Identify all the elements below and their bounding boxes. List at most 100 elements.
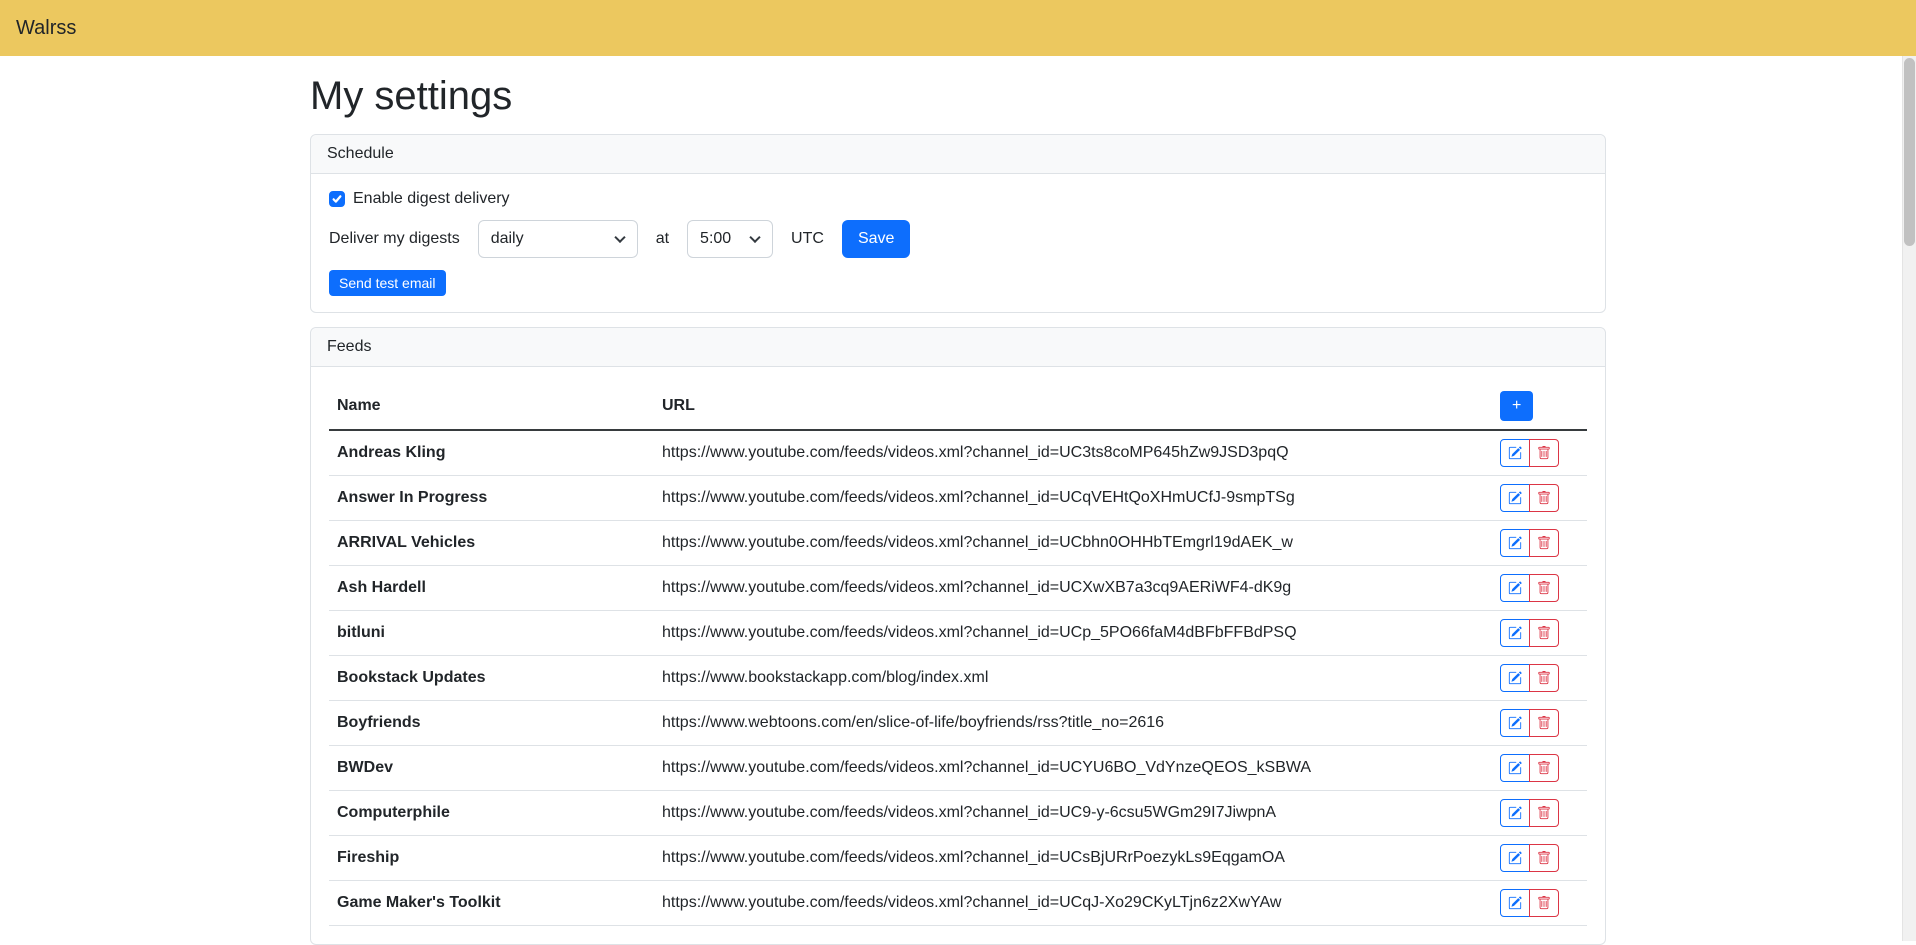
trash-icon xyxy=(1537,581,1551,595)
delete-feed-button[interactable] xyxy=(1529,754,1559,782)
feed-actions-group xyxy=(1500,889,1559,917)
navbar: Walrss xyxy=(0,0,1916,56)
trash-icon xyxy=(1537,761,1551,775)
trash-icon xyxy=(1537,851,1551,865)
delete-feed-button[interactable] xyxy=(1529,529,1559,557)
feed-url: https://www.youtube.com/feeds/videos.xml… xyxy=(654,476,1492,521)
edit-feed-button[interactable] xyxy=(1500,484,1530,512)
feed-url: https://www.youtube.com/feeds/videos.xml… xyxy=(654,836,1492,881)
feed-actions-group xyxy=(1500,484,1559,512)
trash-icon xyxy=(1537,446,1551,460)
feed-name: ARRIVAL Vehicles xyxy=(329,521,654,566)
edit-feed-button[interactable] xyxy=(1500,439,1530,467)
trash-icon xyxy=(1537,491,1551,505)
pencil-square-icon xyxy=(1508,581,1522,595)
save-button[interactable]: Save xyxy=(842,220,910,258)
feed-url: https://www.youtube.com/feeds/videos.xml… xyxy=(654,746,1492,791)
trash-icon xyxy=(1537,896,1551,910)
table-row: Andreas Kling https://www.youtube.com/fe… xyxy=(329,430,1587,476)
column-header-url: URL xyxy=(654,383,1492,430)
feed-url: https://www.youtube.com/feeds/videos.xml… xyxy=(654,430,1492,476)
feed-actions xyxy=(1492,746,1587,791)
table-row: Answer In Progress https://www.youtube.c… xyxy=(329,476,1587,521)
table-row: BWDev https://www.youtube.com/feeds/vide… xyxy=(329,746,1587,791)
deliver-label: Deliver my digests xyxy=(329,230,460,248)
edit-feed-button[interactable] xyxy=(1500,844,1530,872)
pencil-square-icon xyxy=(1508,716,1522,730)
time-select[interactable]: 5:00 xyxy=(687,220,773,258)
table-row: Bookstack Updates https://www.bookstacka… xyxy=(329,656,1587,701)
feed-name: Bookstack Updates xyxy=(329,656,654,701)
delete-feed-button[interactable] xyxy=(1529,799,1559,827)
enable-digest-checkbox[interactable] xyxy=(329,191,345,207)
feed-actions-group xyxy=(1500,754,1559,782)
check-icon xyxy=(331,193,343,205)
edit-feed-button[interactable] xyxy=(1500,709,1530,737)
pencil-square-icon xyxy=(1508,671,1522,685)
scrollbar-thumb[interactable] xyxy=(1904,58,1915,246)
edit-feed-button[interactable] xyxy=(1500,574,1530,602)
feed-url: https://www.youtube.com/feeds/videos.xml… xyxy=(654,566,1492,611)
feed-actions-group xyxy=(1500,529,1559,557)
delete-feed-button[interactable] xyxy=(1529,439,1559,467)
schedule-card-header: Schedule xyxy=(311,135,1605,174)
feed-name: Andreas Kling xyxy=(329,430,654,476)
timezone-label: UTC xyxy=(791,230,824,248)
feed-actions xyxy=(1492,430,1587,476)
edit-feed-button[interactable] xyxy=(1500,529,1530,557)
trash-icon xyxy=(1537,716,1551,730)
edit-feed-button[interactable] xyxy=(1500,664,1530,692)
feed-actions-group xyxy=(1500,619,1559,647)
feed-actions xyxy=(1492,566,1587,611)
table-row: Fireship https://www.youtube.com/feeds/v… xyxy=(329,836,1587,881)
delete-feed-button[interactable] xyxy=(1529,889,1559,917)
at-label: at xyxy=(656,230,669,248)
main-container: My settings Schedule Enable digest deliv… xyxy=(298,72,1618,945)
edit-feed-button[interactable] xyxy=(1500,619,1530,647)
feed-actions xyxy=(1492,881,1587,926)
delete-feed-button[interactable] xyxy=(1529,664,1559,692)
table-row: Boyfriends https://www.webtoons.com/en/s… xyxy=(329,701,1587,746)
delete-feed-button[interactable] xyxy=(1529,709,1559,737)
trash-icon xyxy=(1537,536,1551,550)
delete-feed-button[interactable] xyxy=(1529,574,1559,602)
add-feed-button[interactable]: + xyxy=(1500,391,1533,421)
table-row: Game Maker's Toolkit https://www.youtube… xyxy=(329,881,1587,926)
edit-feed-button[interactable] xyxy=(1500,799,1530,827)
delete-feed-button[interactable] xyxy=(1529,844,1559,872)
feed-actions xyxy=(1492,836,1587,881)
feed-name: Answer In Progress xyxy=(329,476,654,521)
feeds-card-header: Feeds xyxy=(311,328,1605,367)
edit-feed-button[interactable] xyxy=(1500,754,1530,782)
enable-digest-label[interactable]: Enable digest delivery xyxy=(353,190,510,208)
feed-actions xyxy=(1492,791,1587,836)
table-row: ARRIVAL Vehicles https://www.youtube.com… xyxy=(329,521,1587,566)
feed-url: https://www.webtoons.com/en/slice-of-lif… xyxy=(654,701,1492,746)
pencil-square-icon xyxy=(1508,536,1522,550)
page-title: My settings xyxy=(310,72,1606,120)
column-header-actions: + xyxy=(1492,383,1587,430)
feed-actions xyxy=(1492,611,1587,656)
navbar-brand[interactable]: Walrss xyxy=(16,17,76,40)
feeds-table: Name URL + Andreas Kling https://www.you… xyxy=(329,383,1587,926)
table-row: Ash Hardell https://www.youtube.com/feed… xyxy=(329,566,1587,611)
time-select-value: 5:00 xyxy=(700,230,731,248)
scrollbar[interactable] xyxy=(1902,56,1916,941)
pencil-square-icon xyxy=(1508,851,1522,865)
feed-actions-group xyxy=(1500,844,1559,872)
feed-actions xyxy=(1492,476,1587,521)
pencil-square-icon xyxy=(1508,491,1522,505)
feed-actions-group xyxy=(1500,439,1559,467)
feed-actions xyxy=(1492,521,1587,566)
feed-actions xyxy=(1492,656,1587,701)
schedule-controls-row: Deliver my digests daily at 5:00 UTC Sav… xyxy=(329,220,1587,258)
feeds-card: Feeds Name URL + Andreas Kling https://w xyxy=(310,327,1606,945)
trash-icon xyxy=(1537,806,1551,820)
delete-feed-button[interactable] xyxy=(1529,484,1559,512)
edit-feed-button[interactable] xyxy=(1500,889,1530,917)
feed-url: https://www.youtube.com/feeds/videos.xml… xyxy=(654,791,1492,836)
frequency-select-value: daily xyxy=(491,230,524,248)
send-test-email-button[interactable]: Send test email xyxy=(329,270,446,296)
delete-feed-button[interactable] xyxy=(1529,619,1559,647)
frequency-select[interactable]: daily xyxy=(478,220,638,258)
